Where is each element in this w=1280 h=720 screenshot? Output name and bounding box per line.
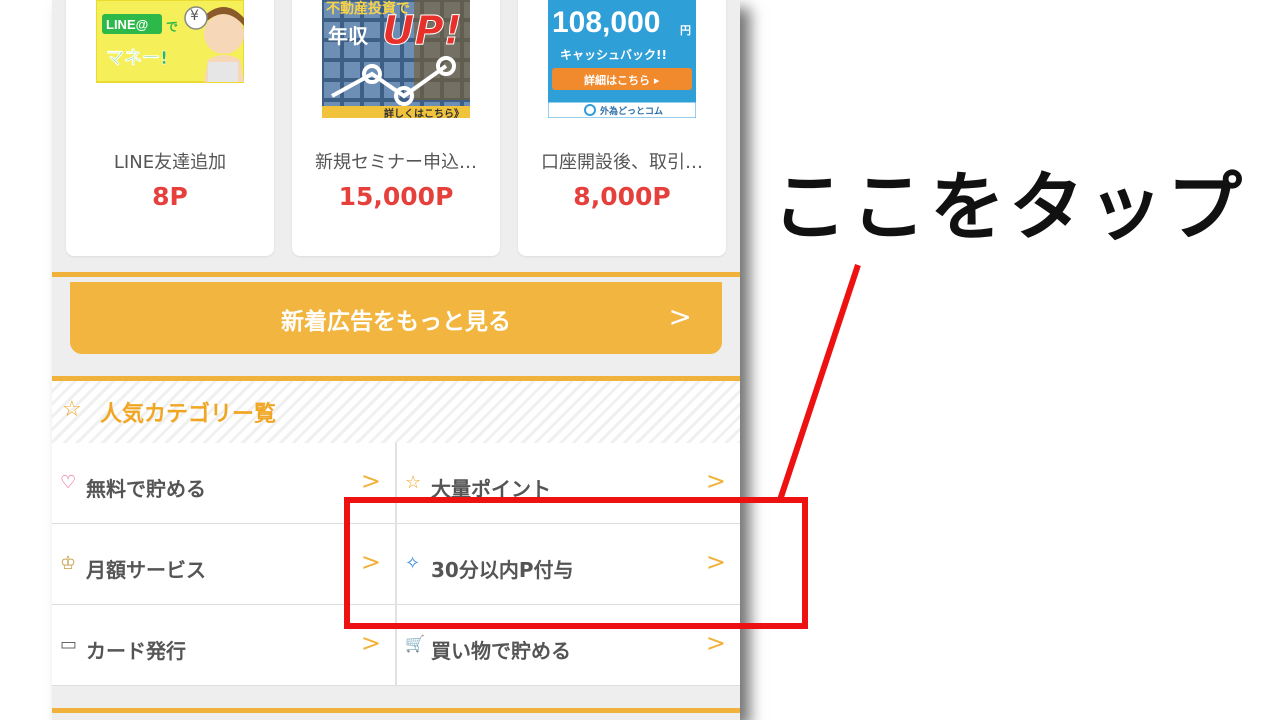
annotation-overlay: [344, 264, 861, 629]
annotation-label: ここをタップ: [772, 163, 1247, 251]
highlight-box: [344, 497, 808, 629]
annotation-pointer-line: [777, 264, 861, 501]
